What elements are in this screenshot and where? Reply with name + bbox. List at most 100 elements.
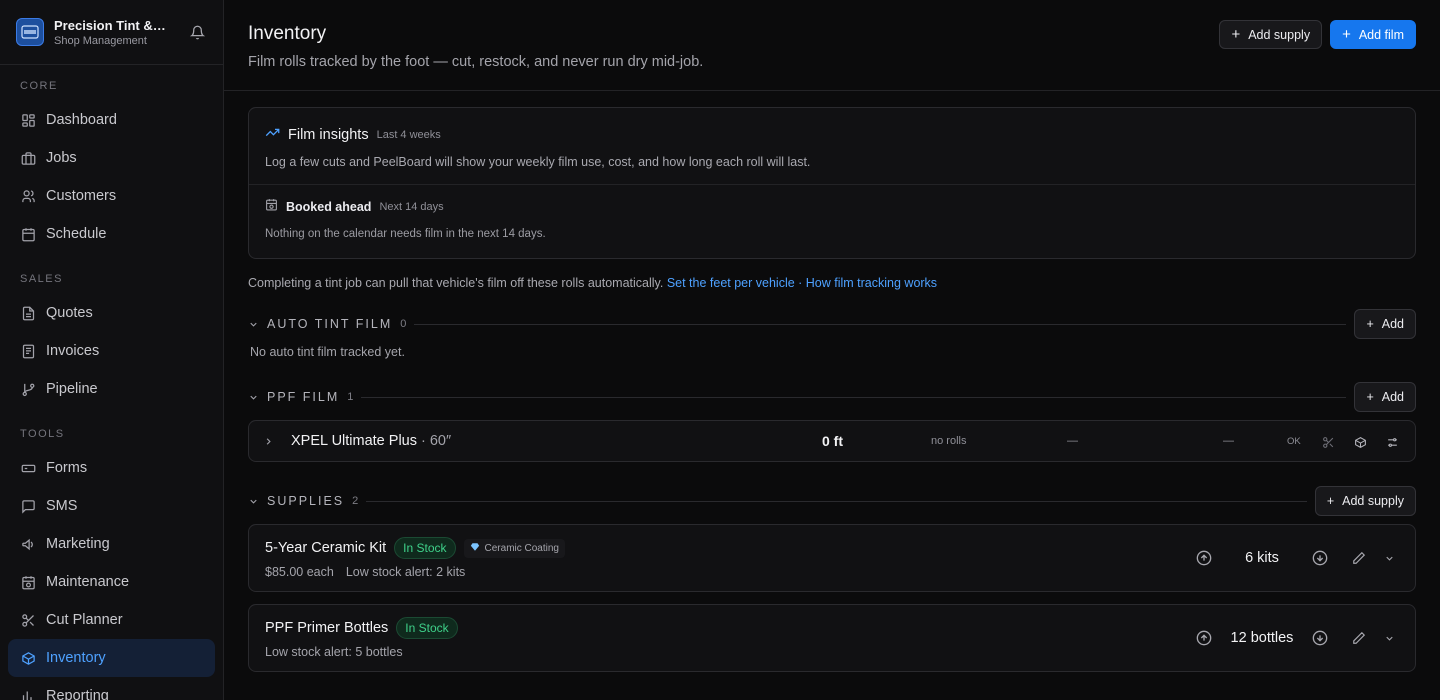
users-icon [20, 188, 36, 204]
pencil-icon[interactable] [1349, 548, 1369, 568]
sidebar-item-jobs[interactable]: Jobs [8, 139, 215, 177]
auto-tint-empty: No auto tint film tracked yet. [250, 345, 405, 359]
sidebar-item-label: Cut Planner [46, 612, 123, 628]
insights-period: Last 4 weeks [376, 128, 441, 141]
category-label: Ceramic Coating [484, 542, 559, 554]
status-badge: In Stock [394, 537, 456, 559]
page-title: Inventory [248, 23, 327, 44]
box-icon [20, 650, 36, 666]
sidebar-item-label: Marketing [46, 536, 110, 552]
sidebar-item-inventory[interactable]: Inventory [8, 639, 215, 677]
brand-name: Precision Tint & Wrap [54, 17, 166, 33]
sidebar-item-label: Inventory [46, 650, 106, 666]
arrow-down-circle-icon[interactable] [1310, 548, 1330, 568]
receipt-icon [20, 343, 36, 359]
page-subtitle: Film rolls tracked by the foot — cut, re… [248, 54, 704, 70]
diamond-icon [470, 542, 480, 555]
scissors-icon [20, 612, 36, 628]
film-status: OK [1287, 436, 1301, 447]
trending-up-icon [265, 125, 280, 145]
sidebar-item-pipeline[interactable]: Pipeline [8, 370, 215, 408]
sidebar-item-label: SMS [46, 498, 78, 514]
sidebar-item-label: Dashboard [46, 112, 117, 128]
sidebar-item-customers[interactable]: Customers [8, 177, 215, 215]
scissors-icon[interactable] [1318, 432, 1338, 452]
note-text: Completing a tint job can pull that vehi… [248, 276, 664, 290]
arrow-down-circle-icon[interactable] [1310, 628, 1330, 648]
add-ppf-button[interactable]: + Add [1354, 382, 1416, 412]
sidebar-item-maintenance[interactable]: Maintenance [8, 563, 215, 601]
auto-tint-section-header: AUTO TINT FILM 0 + Add [248, 309, 1416, 339]
chevron-right-icon[interactable] [263, 436, 277, 447]
plus-icon: + [1366, 317, 1374, 331]
film-col-dash: — [1223, 435, 1234, 447]
insights-body: Log a few cuts and PeelBoard will show y… [265, 155, 811, 169]
sidebar-item-cut-planner[interactable]: Cut Planner [8, 601, 215, 639]
add-supply-label: Add supply [1248, 27, 1311, 42]
add-auto-tint-button[interactable]: + Add [1354, 309, 1416, 339]
add-film-label: Add film [1358, 27, 1404, 42]
insights-title: Film insights [288, 126, 369, 143]
set-feet-link[interactable]: Set the feet per vehicle [667, 276, 795, 290]
supply-row[interactable]: 5-Year Ceramic Kit In Stock Ceramic Coat… [248, 524, 1416, 592]
file-icon [20, 305, 36, 321]
sidebar-item-dashboard[interactable]: Dashboard [8, 101, 215, 139]
sidebar-item-forms[interactable]: Forms [8, 449, 215, 487]
film-feet: 0 ft [822, 433, 843, 449]
film-tracking-link[interactable]: How film tracking works [806, 276, 937, 290]
nav-section-tools: TOOLS Forms SMS Marketing Maintenance Cu… [0, 427, 223, 700]
ppf-title: PPF FILM [267, 390, 340, 404]
divider [249, 184, 1415, 185]
film-row[interactable]: XPEL Ultimate Plus · 60″ 0 ft no rolls —… [248, 420, 1416, 462]
add-supply-button[interactable]: + Add supply [1219, 20, 1323, 49]
sidebar-item-label: Maintenance [46, 574, 130, 590]
nav-section-core: CORE Dashboard Jobs Customers Schedule [0, 79, 223, 253]
chevron-down-icon[interactable] [248, 496, 262, 507]
sidebar-item-sms[interactable]: SMS [8, 487, 215, 525]
package-plus-icon[interactable] [1350, 432, 1370, 452]
sidebar-item-label: Forms [46, 460, 88, 476]
chevron-down-icon[interactable] [248, 392, 262, 403]
nav-section-sales: SALES Quotes Invoices Pipeline [0, 272, 223, 408]
main-content: Inventory Film rolls tracked by the foot… [224, 0, 1440, 700]
header-actions: + Add supply + Add film [1219, 20, 1416, 49]
bell-icon[interactable] [187, 22, 207, 42]
plus-icon: + [1231, 26, 1241, 43]
megaphone-icon [20, 536, 36, 552]
add-label: Add [1381, 390, 1404, 404]
plus-icon: + [1326, 494, 1335, 508]
brand-text: Precision Tint & Wrap Shop Management [54, 18, 177, 47]
plus-icon: + [1366, 390, 1374, 404]
chevron-down-icon[interactable] [248, 319, 262, 330]
sidebar-item-schedule[interactable]: Schedule [8, 215, 215, 253]
sidebar-item-reporting[interactable]: Reporting [8, 677, 215, 700]
category-tag: Ceramic Coating [463, 538, 565, 558]
add-film-button[interactable]: + Add film [1330, 20, 1416, 49]
sidebar-item-marketing[interactable]: Marketing [8, 525, 215, 563]
arrow-up-circle-icon[interactable] [1194, 548, 1214, 568]
chevron-down-icon[interactable] [1379, 548, 1399, 568]
add-supply-section-button[interactable]: + Add supply [1314, 486, 1416, 516]
note-separator: · [794, 276, 806, 290]
calendar-clock-icon [265, 198, 278, 216]
sidebar-item-invoices[interactable]: Invoices [8, 332, 215, 370]
supply-quantity: 6 kits [1245, 550, 1279, 566]
sidebar-item-quotes[interactable]: Quotes [8, 294, 215, 332]
plus-icon: + [1342, 26, 1351, 43]
sidebar-item-label: Customers [46, 188, 117, 204]
sliders-icon[interactable] [1382, 432, 1402, 452]
supply-row[interactable]: PPF Primer Bottles In Stock Low stock al… [248, 604, 1416, 672]
pencil-icon[interactable] [1349, 628, 1369, 648]
git-branch-icon [20, 381, 36, 397]
sidebar: Precision Tint & Wrap Shop Management CO… [0, 0, 224, 700]
status-badge: In Stock [396, 617, 458, 639]
divider [366, 500, 1307, 502]
supply-name: 5-Year Ceramic Kit [265, 540, 387, 556]
supply-price: $85.00 each [265, 565, 334, 579]
arrow-up-circle-icon[interactable] [1194, 628, 1214, 648]
low-stock-alert: Low stock alert: 2 kits [345, 565, 466, 579]
chevron-down-icon[interactable] [1379, 628, 1399, 648]
film-rolls: no rolls [931, 435, 967, 447]
film-name: XPEL Ultimate Plus · 60″ [291, 433, 451, 449]
message-icon [20, 498, 36, 514]
